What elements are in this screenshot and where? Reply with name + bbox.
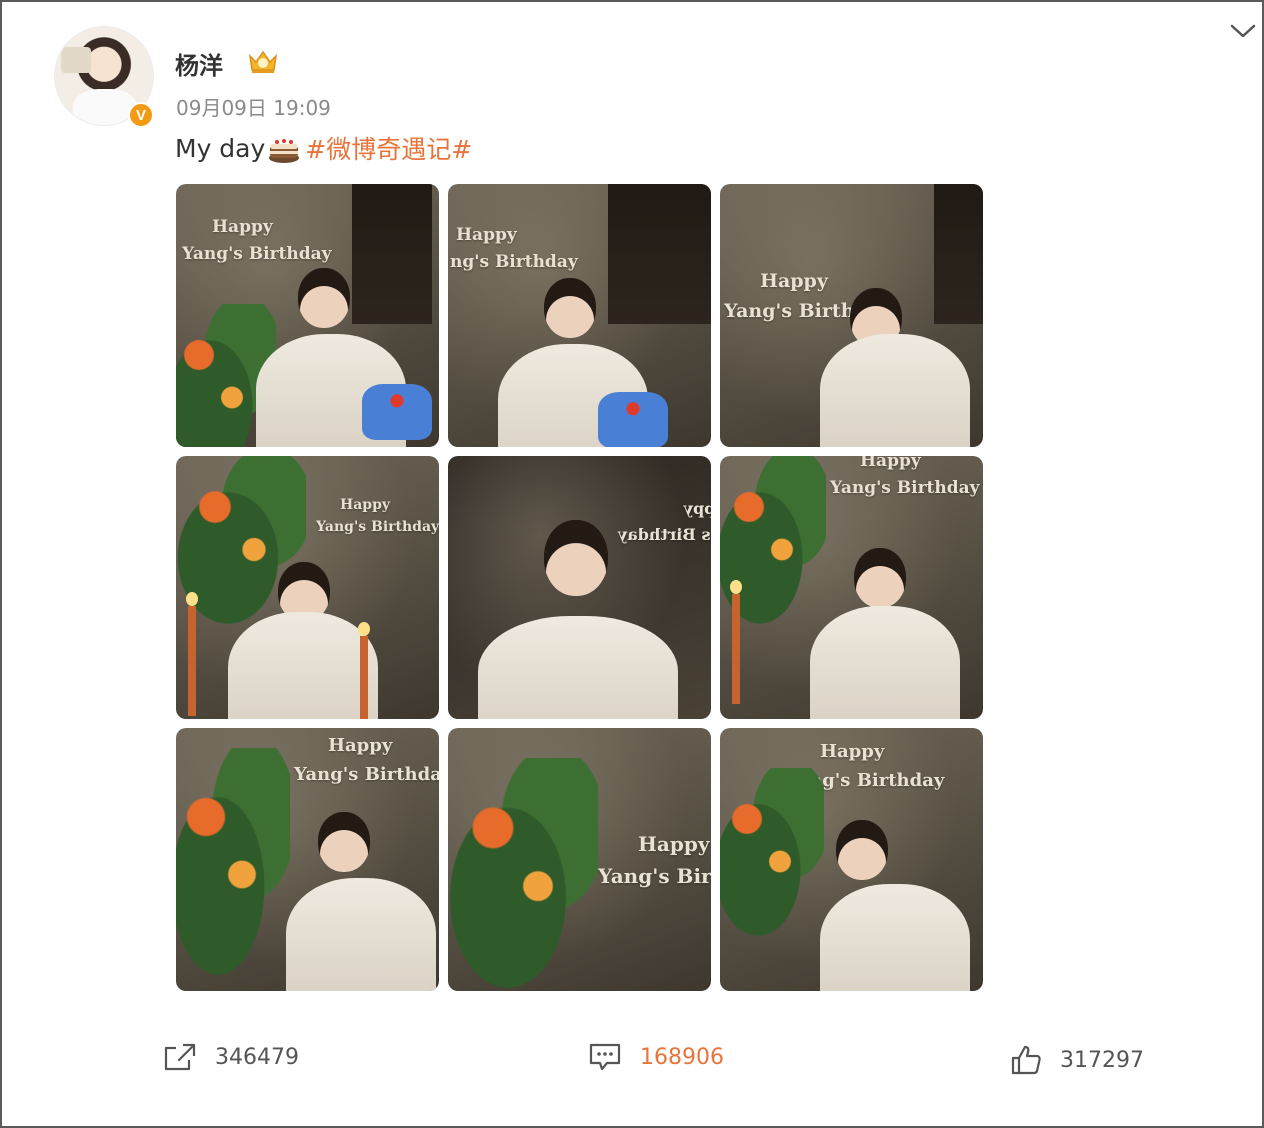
- photo-9[interactable]: Happy Yang's Birthday: [720, 728, 983, 991]
- photo-candle: [730, 580, 742, 704]
- photo-5[interactable]: ppy 's Birthday: [448, 456, 711, 719]
- cake-emoji-icon: [269, 139, 300, 163]
- photo-2[interactable]: Happy ng's Birthday: [448, 184, 711, 447]
- photo-person-head: [544, 520, 608, 596]
- photo-doorway: [352, 184, 432, 324]
- photo-person-head: [544, 278, 596, 338]
- wall-text-line-2: Yang's Birthday: [182, 244, 332, 265]
- comment-icon: [589, 1043, 621, 1071]
- wall-text-line-1: Happy: [760, 270, 828, 292]
- wall-text-line-2: ng's Birthday: [450, 252, 578, 273]
- wall-text-line-2: Yang's Birtha: [724, 300, 867, 323]
- photo-flowers: [720, 768, 824, 938]
- photo-3[interactable]: Happy Yang's Birtha: [720, 184, 983, 447]
- comment-button[interactable]: 168906: [588, 1042, 724, 1072]
- photo-4[interactable]: Happy Yang's Birthday: [176, 456, 439, 719]
- post-text: My day: [175, 133, 266, 163]
- photo-wall-text: Happy Yang's Birtha: [724, 266, 867, 327]
- photo-wall-text: Happy Yang's Birthday: [830, 456, 980, 502]
- share-icon: [164, 1043, 196, 1071]
- wall-text-line-2: Yang's Birthday: [316, 519, 439, 536]
- wall-text-line-1: Happy: [820, 741, 885, 762]
- like-count: 317297: [1060, 1047, 1144, 1073]
- wall-text-line-1: Happy: [456, 225, 517, 245]
- photo-person-body: [810, 606, 960, 719]
- repost-count: 346479: [215, 1044, 299, 1070]
- avatar-shirt: [73, 89, 137, 125]
- photo-cake: [362, 384, 432, 440]
- photo-cake: [598, 392, 668, 447]
- hashtag-link[interactable]: #微博奇遇记#: [305, 130, 472, 166]
- avatar-lamp: [61, 47, 91, 73]
- wall-text-line-2: Yang's Birthday: [830, 478, 980, 499]
- wall-text-line-1: ppy: [683, 499, 711, 518]
- photo-doorway: [934, 184, 983, 324]
- photo-wall-text: Happy Yang's Birt: [598, 828, 711, 892]
- photo-person-body: [820, 334, 970, 447]
- photo-person-body: [228, 612, 378, 719]
- photo-flowers: [448, 758, 598, 991]
- wall-text-line-2: 's Birthday: [618, 524, 711, 544]
- weibo-post-card: V 杨洋 09月09日 19:09 My day #微博奇遇记# Happy Y…: [0, 0, 1264, 1128]
- vip-badge-icon[interactable]: [246, 46, 280, 76]
- photo-person-head: [318, 812, 370, 872]
- photo-candle: [186, 592, 198, 716]
- wall-text-line-2: Yang's Birthday: [294, 763, 439, 785]
- thumbs-up-icon: [1011, 1045, 1041, 1075]
- photo-person-head: [298, 268, 350, 328]
- photo-7[interactable]: Happy Yang's Birthday: [176, 728, 439, 991]
- photo-1[interactable]: Happy Yang's Birthday: [176, 184, 439, 447]
- photo-wall-text: Happy ng's Birthday: [450, 222, 578, 276]
- repost-button[interactable]: 346479: [163, 1042, 299, 1072]
- wall-text-line-1: Happy: [212, 217, 273, 237]
- photo-wall-text: Happy Yang's Birthday: [294, 732, 439, 790]
- photo-person-body: [478, 616, 678, 719]
- post-timestamp[interactable]: 09月09日 19:09: [176, 92, 331, 121]
- wall-text-line-1: Happy: [328, 735, 393, 756]
- photo-person-body: [820, 884, 970, 991]
- photo-wall-text: Happy Yang's Birthday: [316, 494, 439, 539]
- wall-text-line-1: Happy: [340, 497, 391, 513]
- verified-mark: V: [135, 106, 146, 124]
- comment-count: 168906: [640, 1044, 724, 1070]
- photo-wall-text: ppy 's Birthday: [618, 496, 711, 547]
- verified-icon: V: [128, 102, 154, 128]
- photo-6[interactable]: Happy Yang's Birthday: [720, 456, 983, 719]
- like-button[interactable]: 317297: [1010, 1044, 1144, 1076]
- post-content: My day #微博奇遇记#: [175, 130, 472, 166]
- photo-8[interactable]: Happy Yang's Birt: [448, 728, 711, 991]
- wall-text-line-1: Happy: [860, 456, 921, 471]
- photo-flowers: [176, 748, 290, 978]
- photo-person-head: [854, 548, 906, 608]
- photo-candle: [358, 622, 370, 719]
- wall-text-line-2: Yang's Birt: [598, 864, 711, 888]
- chevron-down-icon[interactable]: [1228, 20, 1258, 42]
- photo-person-body: [286, 878, 436, 991]
- username[interactable]: 杨洋: [175, 46, 223, 81]
- wall-text-line-1: Happy: [638, 832, 710, 856]
- photo-wall-text: Happy Yang's Birthday: [182, 214, 332, 268]
- photo-doorway: [608, 184, 711, 324]
- photo-person-head: [836, 820, 888, 880]
- photo-grid: Happy Yang's Birthday Happy ng's Birthda…: [176, 184, 984, 992]
